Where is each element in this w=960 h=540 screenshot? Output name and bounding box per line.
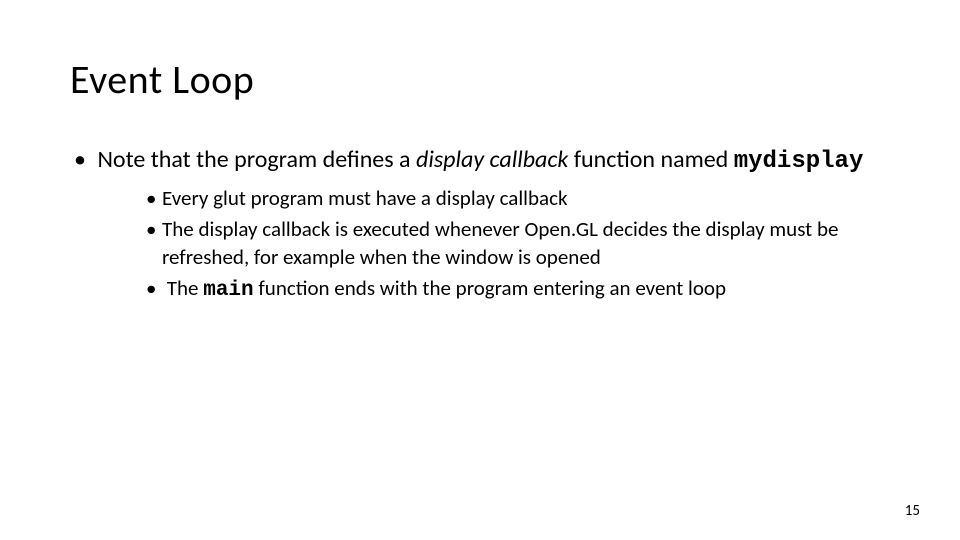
sub-3-post: function ends with the program entering …: [254, 275, 726, 301]
slide: Event Loop Note that the program defines…: [0, 0, 960, 540]
page-number: 15: [905, 502, 920, 520]
sub-3-code: main: [203, 279, 253, 302]
sub-bullet-2: The display callback is executed wheneve…: [142, 216, 890, 271]
bullet-1-code: mydisplay: [734, 148, 864, 175]
bullet-1-mid: function named: [568, 145, 733, 174]
sub-bullet-list: Every glut program must have a display c…: [142, 185, 890, 304]
sub-3-pre: The: [167, 275, 203, 301]
bullet-item-1: Note that the program defines a display …: [70, 144, 890, 304]
slide-title: Event Loop: [70, 55, 890, 104]
sub-bullet-3: The main function ends with the program …: [142, 275, 890, 304]
bullet-1-pre: Note that the program defines a: [97, 145, 416, 174]
sub-bullet-1: Every glut program must have a display c…: [142, 185, 890, 212]
bullet-1-emphasis: display callback: [416, 145, 568, 174]
bullet-list: Note that the program defines a display …: [70, 144, 890, 304]
